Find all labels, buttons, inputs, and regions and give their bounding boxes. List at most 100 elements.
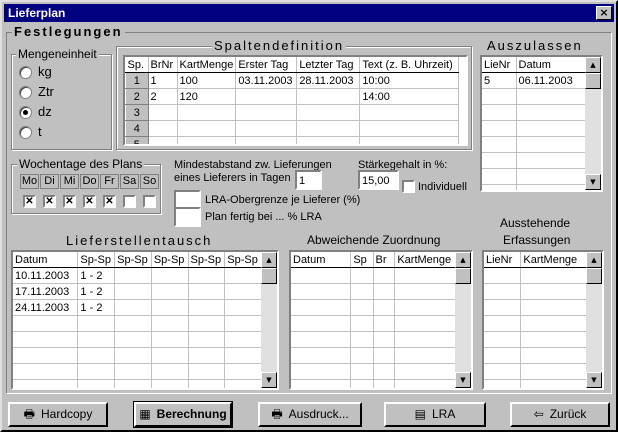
table-cell[interactable]: [224, 283, 262, 300]
table-cell[interactable]: [516, 104, 587, 121]
table-cell[interactable]: 5: [125, 136, 149, 144]
table-cell[interactable]: 120: [177, 88, 237, 105]
column-header[interactable]: Erster Tag: [235, 57, 298, 73]
table-cell[interactable]: [394, 379, 456, 388]
table-row[interactable]: [482, 152, 587, 169]
table-row[interactable]: [484, 363, 587, 380]
table-row[interactable]: [13, 363, 262, 380]
table-row[interactable]: 3: [125, 104, 460, 121]
table-cell[interactable]: [482, 104, 517, 121]
radio-circle-icon[interactable]: [19, 106, 32, 120]
table-row[interactable]: [484, 299, 587, 316]
abweichende-scrollbar[interactable]: ▲ ▼: [455, 252, 471, 388]
table-row[interactable]: 10.11.2003 1 - 2: [13, 267, 262, 284]
scroll-thumb[interactable]: [455, 268, 471, 284]
table-row[interactable]: [291, 315, 456, 332]
column-header[interactable]: Datum: [13, 252, 79, 268]
table-cell[interactable]: [520, 379, 587, 388]
table-cell[interactable]: [484, 299, 522, 316]
table-cell[interactable]: [224, 363, 262, 380]
table-row[interactable]: [291, 299, 456, 316]
column-header[interactable]: Sp-Sp: [114, 252, 152, 268]
table-cell[interactable]: [373, 363, 396, 380]
table-cell[interactable]: [373, 267, 396, 284]
table-cell[interactable]: 10.11.2003: [13, 267, 79, 284]
table-cell[interactable]: [13, 347, 79, 364]
weekday-checkbox[interactable]: ✕: [63, 195, 76, 208]
table-row[interactable]: [482, 120, 587, 137]
table-cell[interactable]: [151, 347, 189, 364]
table-row[interactable]: [482, 136, 587, 153]
table-row[interactable]: [13, 331, 262, 348]
table-cell[interactable]: [359, 120, 460, 137]
table-cell[interactable]: [114, 299, 152, 316]
table-cell[interactable]: [224, 267, 262, 284]
table-row[interactable]: [484, 315, 587, 332]
weekday-checkbox[interactable]: ✕: [23, 195, 36, 208]
table-cell[interactable]: [148, 120, 178, 137]
table-cell[interactable]: 100: [177, 72, 237, 89]
table-cell[interactable]: [77, 363, 116, 380]
plan-fertig-input[interactable]: [174, 207, 201, 227]
table-cell[interactable]: [484, 283, 522, 300]
table-cell[interactable]: 1 - 2: [77, 299, 116, 316]
column-header[interactable]: Sp: [350, 252, 374, 268]
table-cell[interactable]: [484, 363, 522, 380]
table-cell[interactable]: 1: [148, 72, 178, 89]
table-cell[interactable]: [520, 331, 587, 348]
table-cell[interactable]: [520, 315, 587, 332]
table-row[interactable]: [291, 347, 456, 364]
table-row[interactable]: [484, 347, 587, 364]
table-cell[interactable]: [291, 331, 352, 348]
table-cell[interactable]: [520, 299, 587, 316]
table-cell[interactable]: [394, 283, 456, 300]
table-cell[interactable]: [151, 331, 189, 348]
table-row[interactable]: [482, 88, 587, 105]
table-cell[interactable]: [350, 331, 374, 348]
column-header[interactable]: Sp.: [125, 57, 149, 73]
table-cell[interactable]: [235, 120, 298, 137]
table-cell[interactable]: 2: [148, 88, 178, 105]
table-cell[interactable]: [151, 267, 189, 284]
unit-radio-2[interactable]: dz: [19, 104, 52, 120]
table-cell[interactable]: [235, 136, 298, 144]
table-cell[interactable]: [224, 331, 262, 348]
table-cell[interactable]: [373, 315, 396, 332]
table-cell[interactable]: [177, 104, 237, 121]
table-cell[interactable]: [373, 299, 396, 316]
table-cell[interactable]: [291, 315, 352, 332]
table-cell[interactable]: [151, 299, 189, 316]
table-cell[interactable]: [296, 120, 361, 137]
table-cell[interactable]: [359, 136, 460, 144]
scroll-thumb[interactable]: [261, 268, 277, 284]
table-cell[interactable]: [188, 379, 226, 388]
radio-circle-icon[interactable]: [19, 126, 32, 140]
table-row[interactable]: 4: [125, 120, 460, 137]
column-header[interactable]: Sp-Sp: [224, 252, 262, 268]
table-cell[interactable]: [482, 184, 517, 190]
individuell-checkbox[interactable]: [402, 180, 415, 193]
table-cell[interactable]: [484, 379, 522, 388]
abweichende-table[interactable]: Datum Sp Br KartMenge ▲ ▼: [289, 250, 473, 390]
table-cell[interactable]: [188, 331, 226, 348]
table-cell[interactable]: [484, 315, 522, 332]
table-cell[interactable]: [520, 267, 587, 284]
weekday-checkbox[interactable]: [123, 195, 136, 208]
table-cell[interactable]: [224, 299, 262, 316]
table-cell[interactable]: 10:00: [359, 72, 460, 89]
table-cell[interactable]: [296, 104, 361, 121]
table-row[interactable]: 2 2 120 14:00: [125, 88, 460, 105]
table-cell[interactable]: [350, 315, 374, 332]
table-cell[interactable]: [484, 347, 522, 364]
table-cell[interactable]: [114, 347, 152, 364]
table-cell[interactable]: 03.11.2003: [235, 72, 298, 89]
spaltendefinition-table[interactable]: Sp. BrNr KartMenge Erster Tag Letzter Tag Tex…: [123, 55, 468, 146]
table-cell[interactable]: [114, 363, 152, 380]
table-row[interactable]: 5 06.11.2003: [482, 72, 587, 89]
table-cell[interactable]: [291, 379, 352, 388]
table-cell[interactable]: 06.11.2003: [516, 72, 587, 89]
table-cell[interactable]: [394, 299, 456, 316]
column-header[interactable]: Datum: [291, 252, 352, 268]
table-cell[interactable]: [394, 347, 456, 364]
table-cell[interactable]: 14:00: [359, 88, 460, 105]
